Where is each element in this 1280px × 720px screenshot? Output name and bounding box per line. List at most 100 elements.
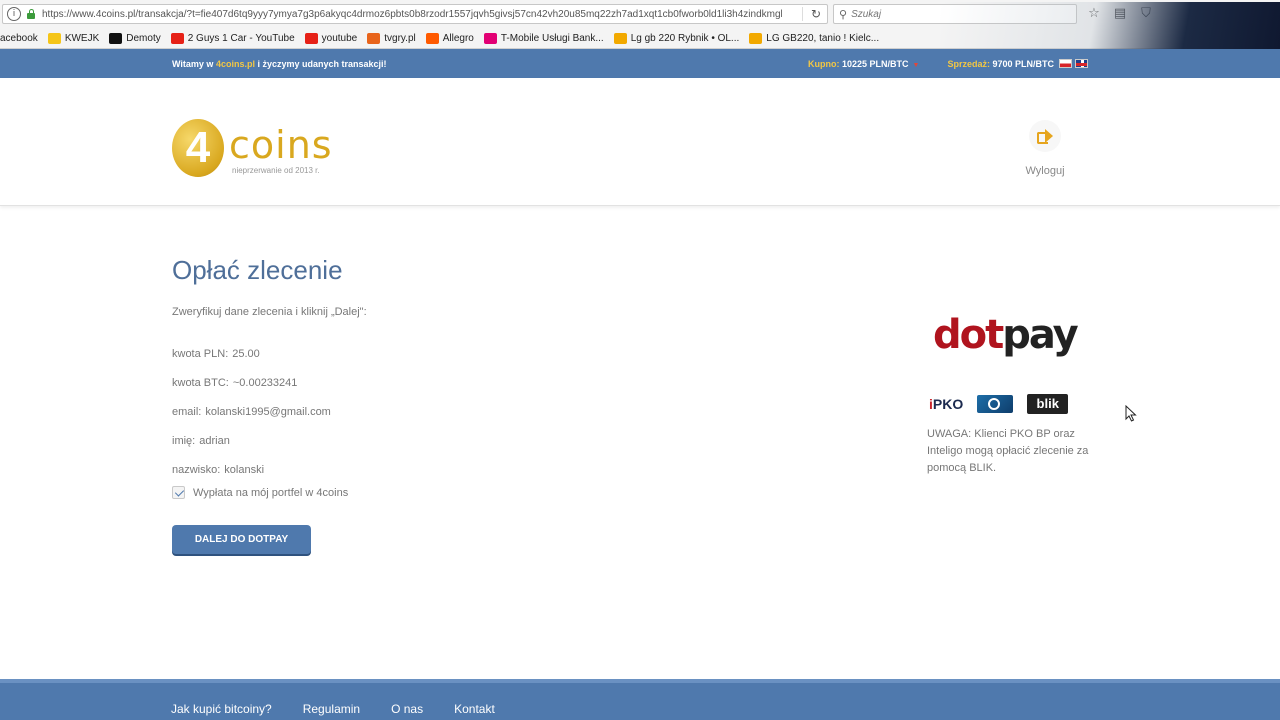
olx-icon <box>613 33 627 44</box>
site-header: 4 coins nieprzerwanie od 2013 r. Wyloguj <box>0 78 1280 206</box>
bookmark-item[interactable]: youtube <box>304 33 357 44</box>
order-fields: kwota PLN: 25.00 kwota BTC: ~0.00233241 emai… <box>172 340 872 485</box>
bookmark-item[interactable]: acebook <box>0 33 38 44</box>
sell-rate: Sprzedaż: 9700 PLN/BTC▼ <box>947 59 1065 69</box>
exchange-rates: Kupno: 10225 PLN/BTC ▼ Sprzedaż: 9700 PLN… <box>808 59 1065 69</box>
order-field-value: adrian <box>199 435 230 447</box>
bookmark-star-icon[interactable]: ☆ <box>1084 5 1104 23</box>
info-icon[interactable]: i <box>7 7 21 21</box>
tmobile-icon <box>483 33 497 44</box>
order-field-value: kolanski <box>224 464 265 476</box>
olx-icon <box>749 33 763 44</box>
footer-link[interactable]: O nas <box>391 702 423 716</box>
footer-link[interactable]: Jak kupić bitcoiny? <box>171 702 272 716</box>
address-bar-url[interactable]: https://www.4coins.pl/transakcja/?t=fie4… <box>42 9 782 20</box>
logo-tagline: nieprzerwanie od 2013 r. <box>232 166 320 175</box>
logout-label: Wyloguj <box>1025 165 1065 177</box>
order-field-row: kwota PLN: 25.00 <box>172 340 872 369</box>
pocket-icon[interactable]: ⛉ <box>1136 5 1156 23</box>
order-field-value: kolanski1995@gmail.com <box>205 406 331 418</box>
browser-chrome: i https://www.4coins.pl/transakcja/?t=fi… <box>0 0 1280 51</box>
inteligo-logo-icon <box>977 395 1014 413</box>
ipko-logo: iPKO <box>929 396 963 412</box>
order-field-label: email: <box>172 406 202 418</box>
bookmark-item[interactable]: LG GB220, tanio ! Kielc... <box>749 33 879 44</box>
polish-flag-icon[interactable] <box>1059 59 1072 68</box>
proceed-to-dotpay-button[interactable]: DALEJ DO DOTPAY <box>172 525 311 554</box>
sell-rate-value: 9700 PLN/BTC <box>992 59 1055 69</box>
reload-icon[interactable]: ↻ <box>811 7 821 21</box>
buy-rate-value: 10225 PLN/BTC <box>842 59 909 69</box>
bookmark-label: Lg gb 220 Rybnik • OL... <box>630 33 740 44</box>
allegro-icon <box>425 33 439 44</box>
logout-button[interactable]: Wyloguj <box>1020 120 1070 177</box>
bookmark-item[interactable]: Allegro <box>425 33 474 44</box>
sell-rate-label: Sprzedaż: <box>947 59 990 69</box>
address-bar-separator <box>802 7 803 21</box>
search-box[interactable]: ⚲ <box>833 4 1077 24</box>
order-field-label: nazwisko: <box>172 464 221 476</box>
dotpay-logo: dotpay <box>933 312 1079 364</box>
site-logo[interactable]: 4 coins nieprzerwanie od 2013 r. <box>172 119 342 181</box>
logo-coin-icon: 4 <box>172 119 224 177</box>
order-field-label: imię: <box>172 435 196 447</box>
bookmark-label: acebook <box>0 33 38 44</box>
youtube-icon <box>304 33 318 44</box>
demoty-icon <box>109 33 123 44</box>
youtube-icon <box>170 33 184 44</box>
order-field-value: 25.00 <box>232 348 260 360</box>
blik-warning: UWAGA: Klienci PKO BP oraz Inteligo mogą… <box>927 428 1089 474</box>
site-footer: Jak kupić bitcoiny? Regulamin O nas Kontakt <box>0 679 1280 720</box>
welcome-suffix: i życzymy udanych transakcji! <box>254 59 387 69</box>
toolbar-icons: ☆ ▤ ⛉ <box>1084 5 1156 23</box>
footer-link[interactable]: Regulamin <box>303 702 360 716</box>
buy-rate: Kupno: 10225 PLN/BTC ▼ <box>808 59 919 69</box>
search-input[interactable] <box>851 8 1052 20</box>
wallet-payout-label: Wypłata na mój portfel w 4coins <box>193 486 349 499</box>
wallet-payout-option[interactable]: Wypłata na mój portfel w 4coins <box>172 486 872 499</box>
site-topbar: Witamy w 4coins.pl i życzymy udanych tra… <box>0 49 1280 78</box>
bookmark-label: tvgry.pl <box>384 33 416 44</box>
logo-wordmark: coins <box>229 123 333 167</box>
english-flag-icon[interactable] <box>1075 59 1088 68</box>
bookmark-label: Demoty <box>126 33 161 44</box>
dotpay-logo-part1: dot <box>933 312 1004 358</box>
footer-link[interactable]: Kontakt <box>454 702 495 716</box>
blik-logo: blik <box>1027 394 1069 414</box>
bookmark-item[interactable]: T-Mobile Usługi Bank... <box>483 33 604 44</box>
welcome-site-link[interactable]: 4coins.pl <box>216 59 255 69</box>
bookmark-item[interactable]: Demoty <box>109 33 161 44</box>
payment-provider-logos: iPKO blik <box>929 394 1069 414</box>
tvgry-icon <box>367 33 381 44</box>
bookmark-item[interactable]: 2 Guys 1 Car - YouTube <box>170 33 295 44</box>
address-bar[interactable]: i https://www.4coins.pl/transakcja/?t=fi… <box>2 4 828 24</box>
order-field-row: email: kolanski1995@gmail.com <box>172 398 872 427</box>
dotpay-logo-part2: pay <box>1002 312 1078 358</box>
order-summary: Opłać zlecenie Zweryfikuj dane zlecenia … <box>172 255 872 554</box>
bookmark-label: 2 Guys 1 Car - YouTube <box>187 33 295 44</box>
welcome-message: Witamy w 4coins.pl i życzymy udanych tra… <box>172 59 387 69</box>
order-field-label: kwota BTC: <box>172 377 229 389</box>
bookmark-item[interactable]: Lg gb 220 Rybnik • OL... <box>613 33 740 44</box>
wallet-payout-checkbox[interactable] <box>172 486 185 499</box>
kwejk-icon <box>47 33 61 44</box>
order-field-row: nazwisko: kolanski <box>172 456 872 485</box>
welcome-prefix: Witamy w <box>172 59 216 69</box>
footer-nav: Jak kupić bitcoiny? Regulamin O nas Kontakt <box>171 702 495 716</box>
language-switcher <box>1059 59 1088 68</box>
bookmark-item[interactable]: tvgry.pl <box>367 33 416 44</box>
cursor-arrow-icon <box>1125 405 1137 422</box>
bookmark-label: KWEJK <box>64 33 100 44</box>
bookmark-label: T-Mobile Usługi Bank... <box>500 33 604 44</box>
order-field-value: ~0.00233241 <box>232 377 298 389</box>
bookmark-label: LG GB220, tanio ! Kielc... <box>766 33 880 44</box>
order-field-row: imię: adrian <box>172 427 872 456</box>
order-field-row: kwota BTC: ~0.00233241 <box>172 369 872 398</box>
browser-toolbar: i https://www.4coins.pl/transakcja/?t=fi… <box>0 2 1280 51</box>
bookmark-item[interactable]: KWEJK <box>47 33 100 44</box>
ipko-logo-text: PKO <box>932 396 964 412</box>
order-field-label: kwota PLN: <box>172 348 229 360</box>
lock-icon <box>26 9 36 19</box>
reading-list-icon[interactable]: ▤ <box>1110 5 1130 23</box>
search-icon: ⚲ <box>839 7 848 21</box>
